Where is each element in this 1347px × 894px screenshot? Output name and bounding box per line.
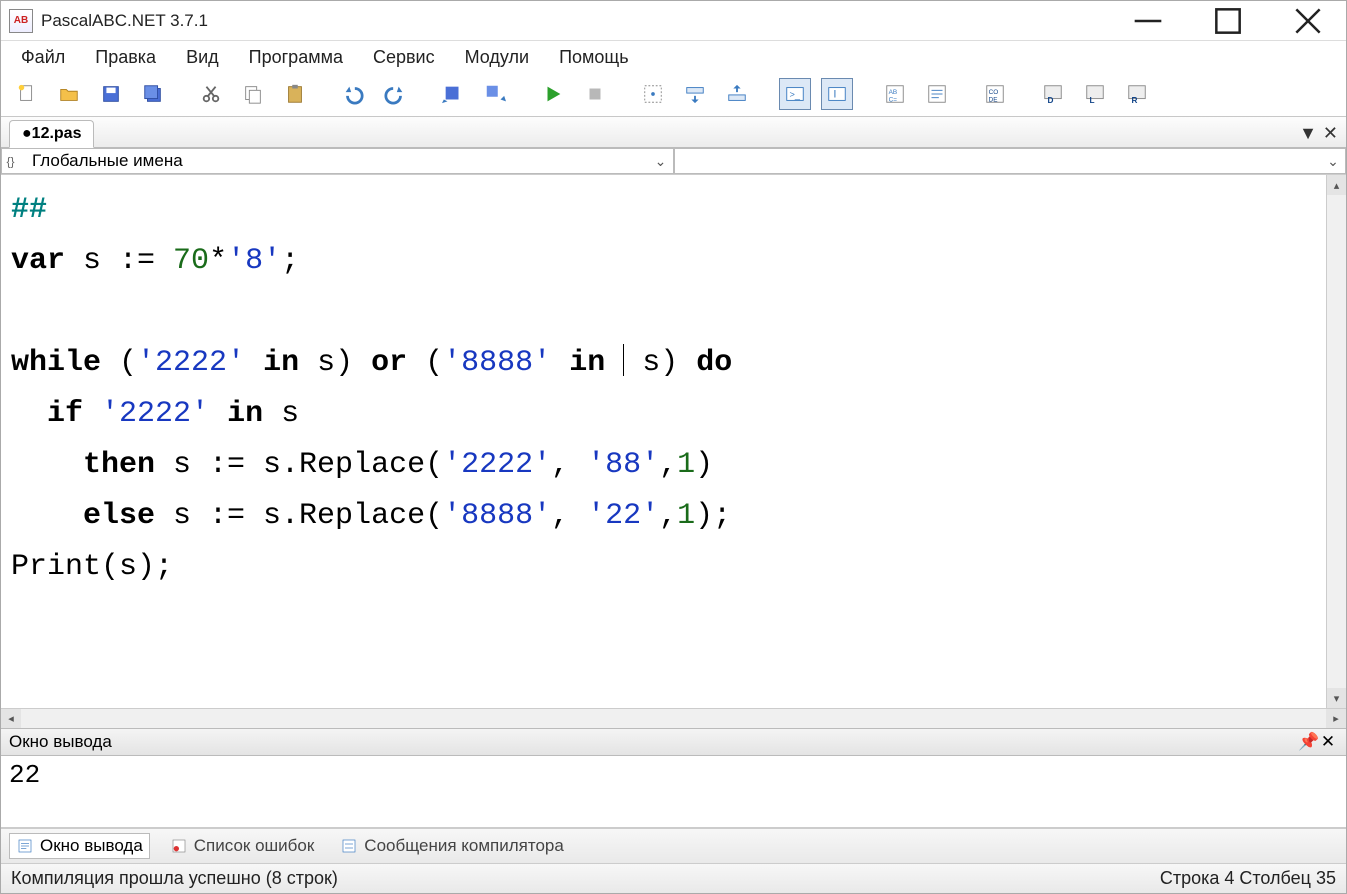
bottom-tab-output[interactable]: Окно вывода <box>9 833 150 859</box>
error-list-icon <box>170 837 188 855</box>
bottom-tab-label: Список ошибок <box>194 836 315 856</box>
statusbar: Компиляция прошла успешно (8 строк) Стро… <box>1 864 1346 893</box>
list-icon <box>16 837 34 855</box>
brackets-icon[interactable] <box>921 78 953 110</box>
status-right: Строка 4 Столбец 35 <box>1160 868 1336 889</box>
braces-icon: {} <box>2 149 26 173</box>
svg-text:CO: CO <box>989 89 999 96</box>
step-out-icon[interactable] <box>721 78 753 110</box>
menu-modules[interactable]: Модули <box>465 47 529 68</box>
tabbar: ●12.pas ▼ ✕ <box>1 117 1346 148</box>
step-over-icon[interactable] <box>637 78 669 110</box>
bottom-tabs: Окно вывода Список ошибок Сообщения комп… <box>1 828 1346 864</box>
chevron-down-icon: ⌄ <box>1321 153 1345 170</box>
namespace-scope-label: Глобальные имена <box>26 149 649 173</box>
bottom-tab-errors[interactable]: Список ошибок <box>164 834 321 858</box>
menu-view[interactable]: Вид <box>186 47 219 68</box>
menu-help[interactable]: Помощь <box>559 47 629 68</box>
namespace-scope-dropdown[interactable]: {} Глобальные имена ⌄ <box>1 148 674 174</box>
new-file-icon[interactable] <box>11 78 43 110</box>
svg-text:D: D <box>1048 96 1054 105</box>
cut-icon[interactable] <box>195 78 227 110</box>
toolbar: >_ I ABC= CODE D L R <box>1 74 1346 117</box>
design-r-icon[interactable]: R <box>1121 78 1153 110</box>
window-title: PascalABC.NET 3.7.1 <box>41 11 208 31</box>
titlebar: AB PascalABC.NET 3.7.1 <box>1 1 1346 41</box>
output-header: Окно вывода 📌 ✕ <box>1 728 1346 756</box>
tabs-close-icon[interactable]: ✕ <box>1323 123 1338 144</box>
save-icon[interactable] <box>95 78 127 110</box>
message-list-icon <box>340 837 358 855</box>
design-d-icon[interactable]: D <box>1037 78 1069 110</box>
intellisense-icon[interactable]: ABC= <box>879 78 911 110</box>
menu-program[interactable]: Программа <box>249 47 343 68</box>
minimize-button[interactable] <box>1128 6 1168 36</box>
editor-area: ## var s := 70*'8'; while ('2222' in s) … <box>1 175 1346 728</box>
svg-text:{}: {} <box>7 155 15 169</box>
step-into-icon[interactable] <box>679 78 711 110</box>
save-run-alt-icon[interactable] <box>479 78 511 110</box>
tabs-dropdown-icon[interactable]: ▼ <box>1299 123 1317 144</box>
redo-icon[interactable] <box>379 78 411 110</box>
code-editor[interactable]: ## var s := 70*'8'; while ('2222' in s) … <box>1 175 1346 708</box>
output-body[interactable]: 22 <box>1 756 1346 828</box>
svg-text:L: L <box>1090 96 1095 105</box>
svg-text:C=: C= <box>889 96 898 103</box>
stop-icon[interactable] <box>579 78 611 110</box>
output-close-icon[interactable]: ✕ <box>1318 732 1338 752</box>
svg-text:R: R <box>1132 96 1138 105</box>
vertical-scrollbar[interactable]: ▴▾ <box>1326 175 1346 708</box>
svg-text:AB: AB <box>889 89 898 96</box>
menu-service[interactable]: Сервис <box>373 47 435 68</box>
console-in-icon[interactable]: >_ <box>779 78 811 110</box>
svg-text:DE: DE <box>989 96 998 103</box>
undo-icon[interactable] <box>337 78 369 110</box>
save-run-icon[interactable] <box>437 78 469 110</box>
file-tab-active[interactable]: ●12.pas <box>9 120 94 148</box>
namespace-row: {} Глобальные имена ⌄ ⌄ <box>1 148 1346 175</box>
pin-icon[interactable]: 📌 <box>1298 732 1318 752</box>
status-left: Компиляция прошла успешно (8 строк) <box>11 868 338 889</box>
menubar: Файл Правка Вид Программа Сервис Модули … <box>1 41 1346 74</box>
save-all-icon[interactable] <box>137 78 169 110</box>
namespace-member-dropdown[interactable]: ⌄ <box>674 148 1347 174</box>
code-icon[interactable]: CODE <box>979 78 1011 110</box>
app-icon: AB <box>9 9 33 33</box>
paste-icon[interactable] <box>279 78 311 110</box>
close-button[interactable] <box>1288 6 1328 36</box>
horizontal-scrollbar[interactable]: ◂▸ <box>1 708 1346 728</box>
svg-text:>_: >_ <box>790 90 801 100</box>
svg-text:I: I <box>833 89 836 101</box>
run-icon[interactable] <box>537 78 569 110</box>
output-title: Окно вывода <box>9 732 112 752</box>
menu-file[interactable]: Файл <box>21 47 65 68</box>
chevron-down-icon: ⌄ <box>649 153 673 170</box>
console-out-icon[interactable]: I <box>821 78 853 110</box>
menu-edit[interactable]: Правка <box>95 47 156 68</box>
copy-icon[interactable] <box>237 78 269 110</box>
bottom-tab-label: Окно вывода <box>40 836 143 856</box>
bottom-tab-compiler[interactable]: Сообщения компилятора <box>334 834 570 858</box>
maximize-button[interactable] <box>1208 6 1248 36</box>
design-l-icon[interactable]: L <box>1079 78 1111 110</box>
bottom-tab-label: Сообщения компилятора <box>364 836 564 856</box>
open-file-icon[interactable] <box>53 78 85 110</box>
